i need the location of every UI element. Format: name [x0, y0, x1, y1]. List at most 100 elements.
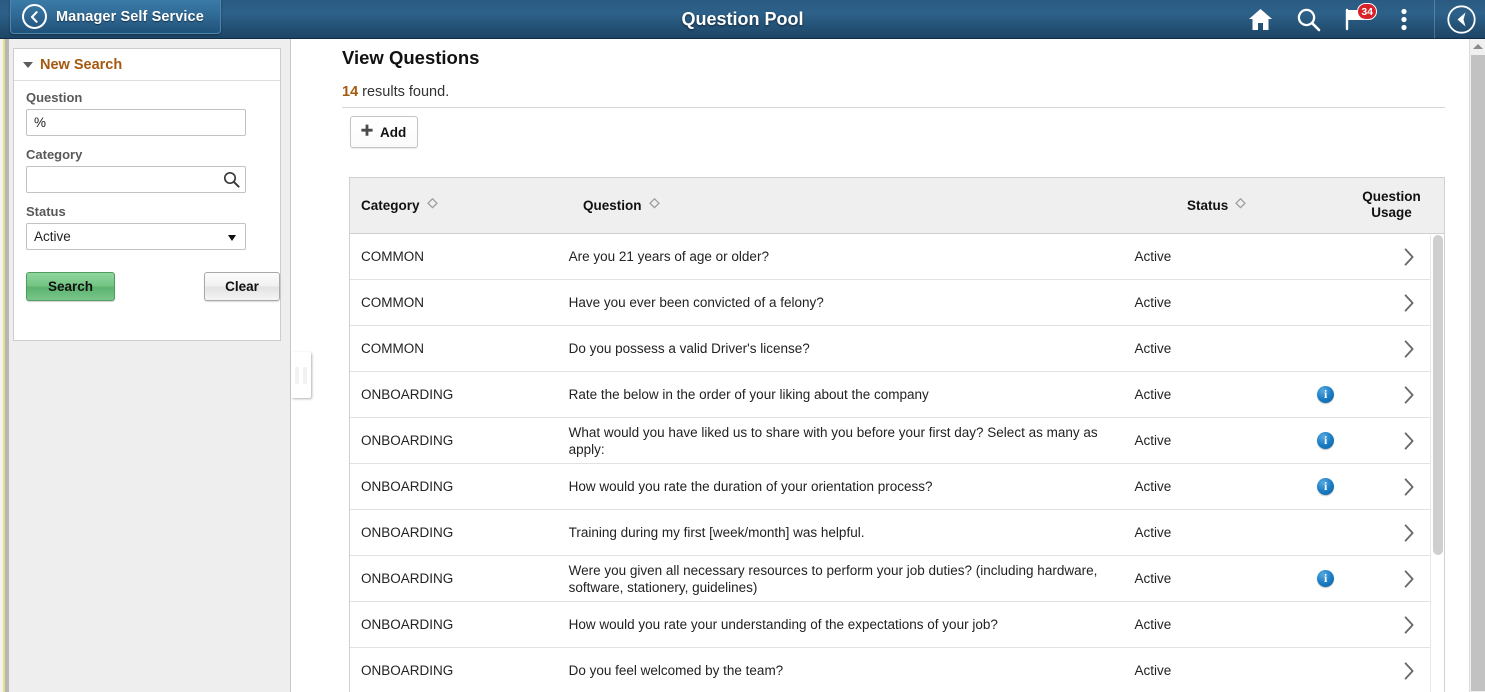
chevron-left-icon — [22, 4, 47, 29]
cell-category: ONBOARDING — [350, 571, 569, 586]
cell-category: ONBOARDING — [350, 387, 569, 402]
cell-question: Are you 21 years of age or older? — [569, 248, 1135, 265]
page-scrollbar[interactable] — [1469, 39, 1485, 692]
add-button-label: Add — [380, 125, 406, 140]
chevron-down-icon — [23, 62, 33, 68]
plus-icon — [360, 124, 374, 141]
cell-question-usage: i — [1277, 570, 1375, 587]
info-icon[interactable]: i — [1317, 478, 1334, 495]
column-header-category-label: Category — [361, 198, 420, 213]
cell-category: COMMON — [350, 295, 569, 310]
cell-question: Have you ever been convicted of a felony… — [569, 294, 1135, 311]
table-row[interactable]: COMMONAre you 21 years of age or older?A… — [350, 234, 1444, 280]
grid-scrollbar-thumb[interactable] — [1433, 235, 1443, 555]
question-input[interactable] — [26, 109, 246, 136]
add-button[interactable]: Add — [350, 116, 418, 148]
table-row[interactable]: ONBOARDINGHow would you rate the duratio… — [350, 464, 1444, 510]
new-search-header[interactable]: New Search — [14, 49, 280, 81]
table-row[interactable]: ONBOARDINGDo you feel welcomed by the te… — [350, 648, 1444, 692]
cell-status: Active — [1135, 433, 1277, 448]
sort-icon — [427, 198, 438, 214]
column-header-status-label: Status — [1187, 198, 1228, 213]
sort-icon — [649, 198, 660, 214]
cell-question: How would you rate the duration of your … — [569, 478, 1135, 495]
cell-status: Active — [1135, 525, 1277, 540]
chevron-down-icon — [228, 235, 236, 241]
header-divider — [1434, 0, 1435, 39]
new-search-title: New Search — [40, 57, 122, 73]
navbar-compass-icon[interactable] — [1437, 0, 1485, 39]
clear-button[interactable]: Clear — [204, 272, 280, 301]
cell-question-usage: i — [1277, 386, 1375, 403]
status-select[interactable]: Active — [26, 223, 246, 250]
table-row[interactable]: COMMONHave you ever been convicted of a … — [350, 280, 1444, 326]
table-row[interactable]: ONBOARDINGRate the below in the order of… — [350, 372, 1444, 418]
questions-grid: Category Question Status Question — [349, 177, 1445, 692]
results-label: results found. — [358, 84, 449, 100]
column-header-question-usage: Question Usage — [1339, 178, 1444, 233]
column-header-status[interactable]: Status — [1187, 178, 1339, 233]
cell-category: ONBOARDING — [350, 663, 569, 678]
cell-status: Active — [1135, 479, 1277, 494]
cell-question: Were you given all necessary resources t… — [569, 562, 1135, 596]
status-field-label: Status — [26, 204, 268, 219]
info-icon[interactable]: i — [1317, 432, 1334, 449]
column-header-category[interactable]: Category — [350, 178, 583, 233]
cell-question: What would you have liked us to share wi… — [569, 424, 1135, 458]
category-field-label: Category — [26, 147, 268, 162]
results-count: 14 — [342, 84, 358, 100]
main-content: View Questions 14 results found. Add Cat… — [292, 39, 1470, 692]
new-search-panel: New Search Question Category Status Acti… — [13, 48, 281, 341]
sort-icon — [1235, 198, 1246, 214]
column-header-question-label: Question — [583, 198, 642, 213]
category-input[interactable] — [26, 166, 246, 193]
category-input-wrapper — [26, 166, 246, 193]
search-fields: Question Category Status Active — [14, 81, 280, 250]
category-lookup-icon[interactable] — [222, 170, 241, 189]
table-row[interactable]: ONBOARDINGWere you given all necessary r… — [350, 556, 1444, 602]
column-header-usage-line1: Question — [1362, 189, 1421, 205]
info-icon[interactable]: i — [1317, 570, 1334, 587]
question-field-label: Question — [26, 90, 268, 105]
back-button-label: Manager Self Service — [56, 9, 204, 25]
cell-status: Active — [1135, 571, 1277, 586]
cell-question-usage: i — [1277, 478, 1375, 495]
cell-status: Active — [1135, 341, 1277, 356]
table-row[interactable]: ONBOARDINGTraining during my first [week… — [350, 510, 1444, 556]
collapse-bar-icon — [303, 367, 307, 384]
cell-question: Training during my first [week/month] wa… — [569, 524, 1135, 541]
page-scrollbar-thumb[interactable] — [1471, 55, 1485, 691]
grid-scrollbar[interactable] — [1430, 235, 1444, 692]
results-divider — [342, 107, 1445, 108]
search-sidebar: New Search Question Category Status Acti… — [9, 39, 291, 692]
cell-question: Do you feel welcomed by the team? — [569, 662, 1135, 679]
table-row[interactable]: ONBOARDINGWhat would you have liked us t… — [350, 418, 1444, 464]
sidebar-collapse-handle[interactable] — [291, 352, 311, 398]
table-row[interactable]: ONBOARDINGHow would you rate your unders… — [350, 602, 1444, 648]
notification-flag-icon[interactable]: 34 — [1332, 0, 1380, 39]
cell-category: ONBOARDING — [350, 433, 569, 448]
info-icon[interactable]: i — [1317, 386, 1334, 403]
app-header: Manager Self Service Question Pool 34 — [0, 0, 1485, 39]
back-button[interactable]: Manager Self Service — [10, 0, 221, 34]
results-summary: 14 results found. — [342, 84, 449, 100]
notification-badge: 34 — [1357, 3, 1377, 20]
cell-category: COMMON — [350, 249, 569, 264]
cell-category: ONBOARDING — [350, 525, 569, 540]
cell-status: Active — [1135, 295, 1277, 310]
grid-header-row: Category Question Status Question — [350, 178, 1444, 234]
scroll-up-arrow-icon[interactable] — [1470, 39, 1485, 54]
column-header-question[interactable]: Question — [583, 178, 1187, 233]
status-select-value: Active — [27, 224, 245, 249]
search-button[interactable]: Search — [26, 272, 115, 301]
home-icon[interactable] — [1236, 0, 1284, 39]
search-icon[interactable] — [1284, 0, 1332, 39]
actions-menu-icon[interactable] — [1380, 0, 1428, 39]
cell-category: ONBOARDING — [350, 617, 569, 632]
header-icon-group: 34 — [1236, 0, 1485, 39]
search-panel-actions: Search Clear — [14, 250, 280, 340]
table-row[interactable]: COMMONDo you possess a valid Driver's li… — [350, 326, 1444, 372]
cell-category: COMMON — [350, 341, 569, 356]
cell-question-usage: i — [1277, 432, 1375, 449]
cell-question: Rate the below in the order of your liki… — [569, 386, 1135, 403]
